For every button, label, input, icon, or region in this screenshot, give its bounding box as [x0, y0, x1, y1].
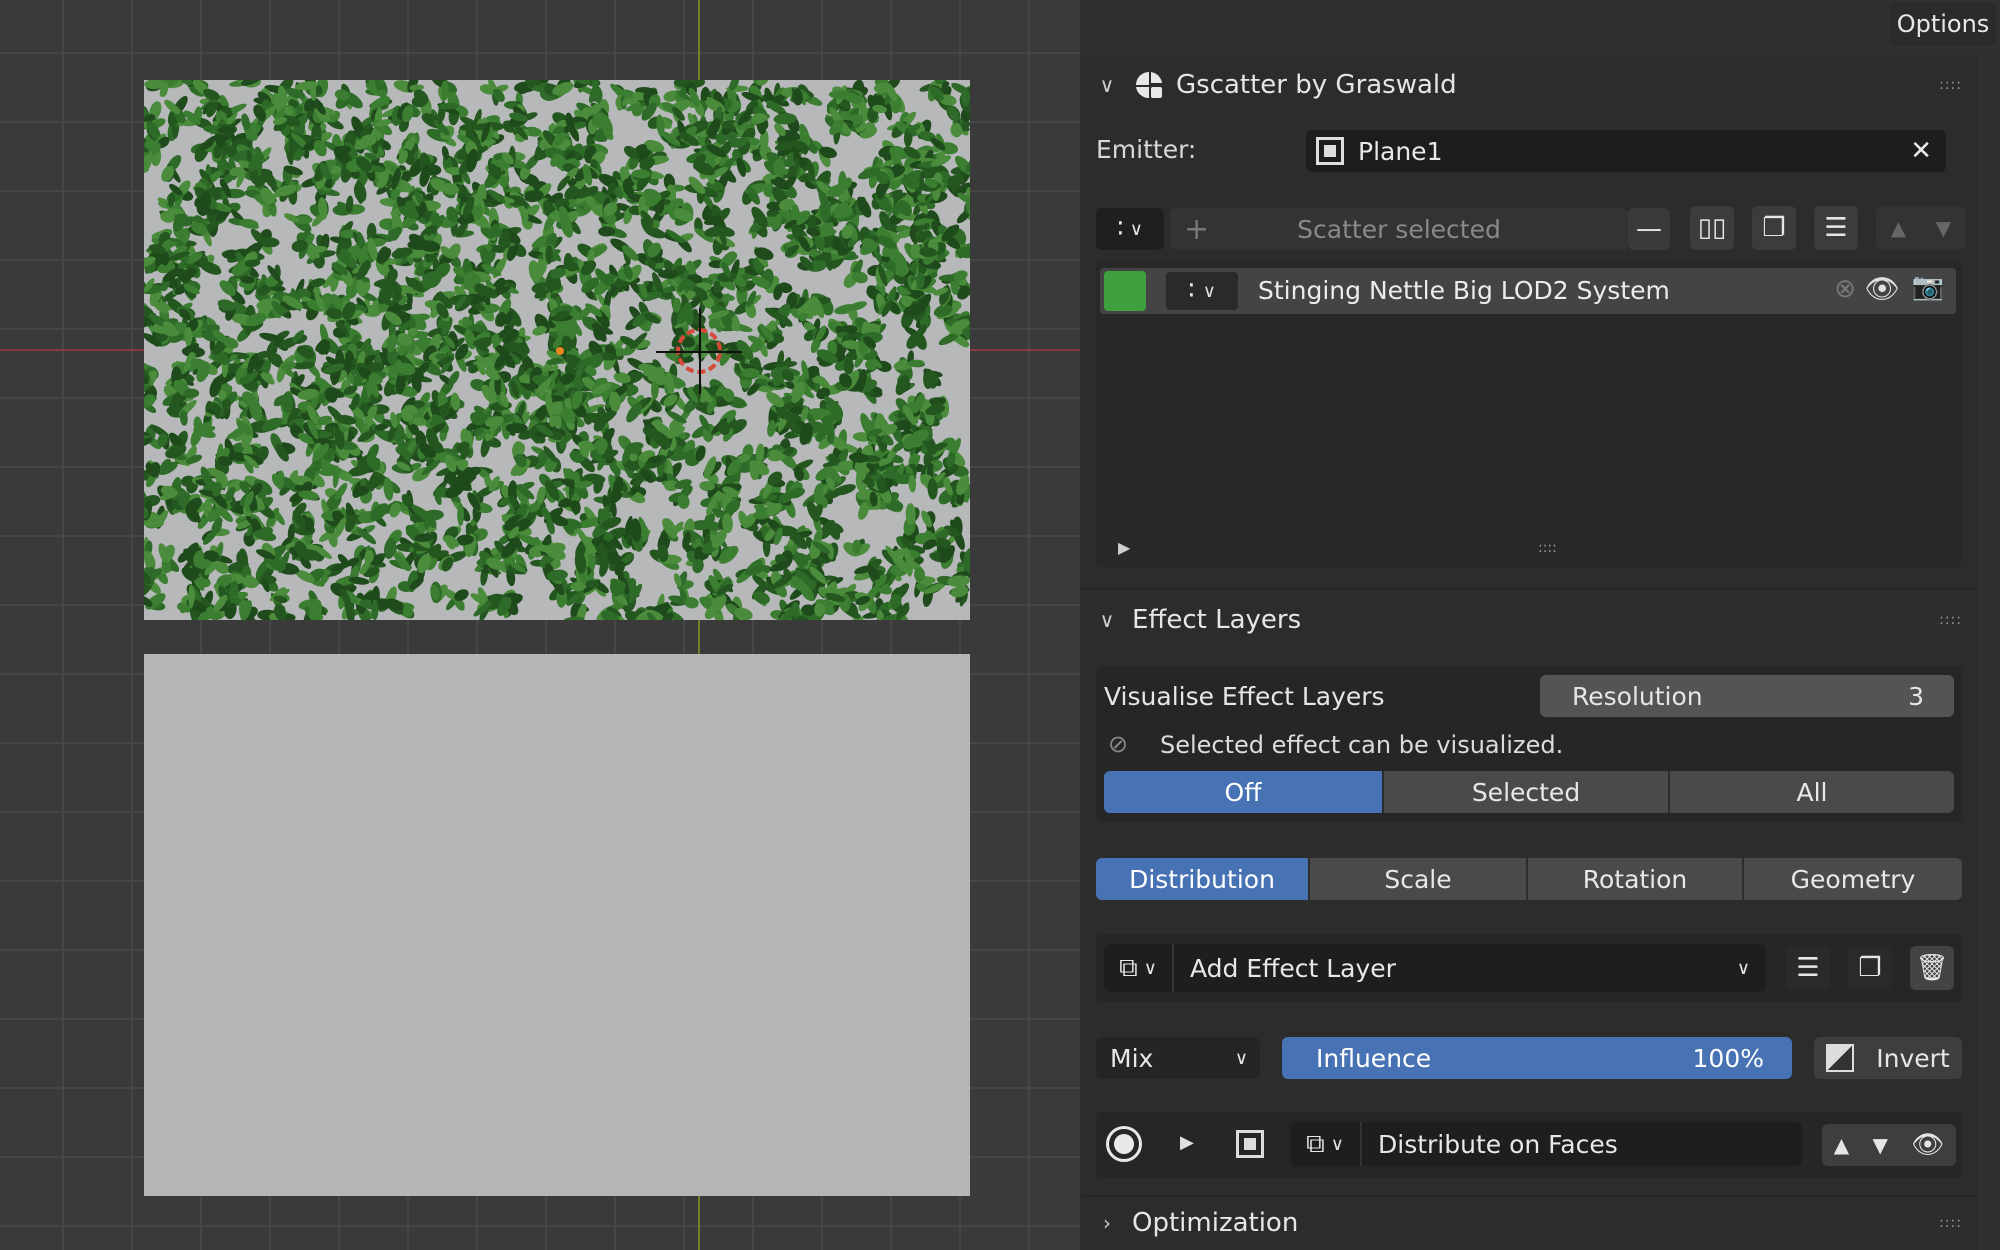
add-layer-label: Add Effect Layer: [1190, 953, 1396, 983]
influence-slider[interactable]: Influence 100%: [1282, 1037, 1792, 1079]
arrow-up-icon[interactable]: ▲: [1891, 216, 1906, 240]
list-icon: ☰: [1824, 213, 1848, 243]
remove-button[interactable]: —: [1628, 208, 1670, 250]
expand-arrow-icon[interactable]: ▶: [1118, 538, 1130, 557]
layer-type-dropdown[interactable]: ⧉ ∨: [1104, 944, 1174, 992]
3d-viewport[interactable]: [0, 0, 1080, 1250]
delete-button[interactable]: 🗑: [1910, 946, 1954, 990]
invert-icon: [1826, 1044, 1855, 1072]
emitter-value: Plane1: [1358, 136, 1443, 166]
gscatter-logo-icon: [1136, 72, 1162, 99]
library-icon: ▯▯: [1697, 213, 1727, 243]
blend-mode-dropdown[interactable]: Mix ∨: [1096, 1037, 1260, 1079]
mode-off[interactable]: Off: [1104, 771, 1384, 813]
gscatter-title: Gscatter by Graswald: [1176, 70, 1457, 100]
visualise-hint: Selected effect can be visualized.: [1160, 731, 1564, 759]
checkbox[interactable]: [1236, 1130, 1264, 1158]
object-origin-dot: [556, 347, 564, 355]
list-item[interactable]: ∶ ∨ Stinging Nettle Big LOD2 System ⊗ 👁 📷: [1100, 268, 1956, 314]
chevron-down-icon[interactable]: ∨: [1082, 73, 1132, 97]
system-type-dropdown[interactable]: ∶ ∨: [1166, 272, 1238, 310]
chevron-down-icon[interactable]: ∨: [1082, 608, 1132, 632]
layer-name-field[interactable]: ⧉ ∨ Distribute on Faces: [1290, 1122, 1802, 1166]
drag-grip-icon[interactable]: ::::: [1939, 1215, 1962, 1231]
effect-tabs[interactable]: Distribution Scale Rotation Geometry: [1096, 858, 1962, 900]
expand-arrow-icon[interactable]: ▶: [1180, 1132, 1194, 1153]
chevron-down-icon: ∨: [1143, 957, 1157, 979]
chevron-down-icon: ∨: [1736, 957, 1750, 979]
resize-grip-icon[interactable]: ::::: [1538, 540, 1557, 556]
invert-button[interactable]: Invert: [1814, 1037, 1962, 1079]
tab-geometry[interactable]: Geometry: [1744, 858, 1962, 900]
layer-type-dropdown[interactable]: ⧉ ∨: [1290, 1122, 1362, 1166]
emitter-label: Emitter:: [1096, 135, 1197, 164]
list-icon: ☰: [1796, 953, 1820, 983]
close-icon[interactable]: ✕: [1910, 136, 1932, 166]
particles-icon: ∶: [1188, 276, 1195, 306]
layer-controls[interactable]: ▲ ▼ 👁: [1822, 1124, 1956, 1166]
scatter-selected-label: Scatter selected: [1297, 214, 1501, 244]
arrow-up-icon[interactable]: ▲: [1834, 1133, 1849, 1157]
add-effect-layer-dropdown[interactable]: ⧉ ∨ Add Effect Layer ∨: [1104, 944, 1766, 992]
blend-mode-value: Mix: [1110, 1043, 1154, 1073]
disable-icon[interactable]: ⊗: [1834, 274, 1856, 304]
resolution-label: Resolution: [1572, 681, 1703, 711]
drag-grip-icon[interactable]: ::::: [1939, 77, 1962, 93]
optimization-header[interactable]: › Optimization ::::: [1082, 1196, 1978, 1250]
chevron-down-icon: ∨: [1129, 218, 1143, 240]
tab-distribution[interactable]: Distribution: [1096, 858, 1310, 900]
scatter-selected-button[interactable]: + Scatter selected: [1170, 208, 1628, 250]
gscatter-header[interactable]: ∨ Gscatter by Graswald ::::: [1082, 55, 1978, 115]
eye-icon[interactable]: 👁: [1864, 272, 1900, 305]
resolution-field[interactable]: Resolution 3: [1540, 675, 1954, 717]
effect-layers-header[interactable]: ∨ Effect Layers ::::: [1082, 590, 1978, 650]
trash-icon: 🗑: [1915, 953, 1949, 983]
system-color-swatch[interactable]: [1104, 271, 1146, 311]
copy-icon: ❐: [1858, 953, 1882, 983]
emitter-field[interactable]: Plane1 ✕: [1306, 130, 1946, 172]
options-button[interactable]: Options: [1890, 2, 1996, 46]
move-buttons[interactable]: ▲ ▼: [1876, 206, 1966, 250]
effect-layer-icon: ⧉: [1119, 953, 1138, 983]
drag-grip-icon[interactable]: ::::: [1939, 612, 1962, 628]
eye-hidden-icon: ⊘: [1108, 730, 1129, 758]
duplicate-button[interactable]: ❐: [1752, 206, 1796, 250]
minus-icon: —: [1636, 214, 1662, 244]
radio-active-icon[interactable]: [1106, 1126, 1142, 1162]
list-button[interactable]: ☰: [1786, 946, 1830, 990]
influence-label: Influence: [1316, 1043, 1432, 1073]
eye-icon[interactable]: 👁: [1911, 1130, 1944, 1160]
optimization-title: Optimization: [1132, 1208, 1299, 1238]
object-bounds-icon: [1316, 137, 1344, 165]
mode-selected[interactable]: Selected: [1384, 771, 1670, 813]
resolution-value: 3: [1908, 681, 1924, 711]
arrow-down-icon[interactable]: ▼: [1872, 1133, 1887, 1157]
system-type-dropdown[interactable]: ∶ ∨: [1096, 208, 1164, 250]
chevron-down-icon: ∨: [1234, 1047, 1248, 1069]
visualise-mode-switch[interactable]: Off Selected All: [1104, 771, 1954, 813]
particles-icon: ∶: [1117, 214, 1124, 244]
plus-icon: +: [1184, 211, 1210, 247]
3d-cursor-icon: [656, 308, 742, 394]
chevron-down-icon: ∨: [1330, 1133, 1344, 1155]
influence-value: 100%: [1692, 1043, 1764, 1073]
effect-layer-icon: ⧉: [1306, 1129, 1325, 1159]
chevron-down-icon: ∨: [1202, 280, 1216, 302]
empty-plane[interactable]: [144, 654, 970, 1196]
tab-rotation[interactable]: Rotation: [1528, 858, 1744, 900]
visualise-label: Visualise Effect Layers: [1104, 682, 1385, 711]
camera-icon[interactable]: 📷: [1912, 272, 1944, 302]
list-button[interactable]: ☰: [1814, 206, 1858, 250]
chevron-right-icon[interactable]: ›: [1082, 1211, 1132, 1235]
tab-scale[interactable]: Scale: [1310, 858, 1528, 900]
library-button[interactable]: ▯▯: [1690, 206, 1734, 250]
duplicate-button[interactable]: ❐: [1848, 946, 1892, 990]
mode-all[interactable]: All: [1670, 771, 1954, 813]
copy-icon: ❐: [1762, 213, 1786, 243]
layer-name: Distribute on Faces: [1378, 1129, 1618, 1159]
effect-layers-title: Effect Layers: [1132, 605, 1302, 635]
invert-label: Invert: [1876, 1043, 1950, 1073]
arrow-down-icon[interactable]: ▼: [1936, 216, 1951, 240]
system-name: Stinging Nettle Big LOD2 System: [1258, 276, 1670, 305]
